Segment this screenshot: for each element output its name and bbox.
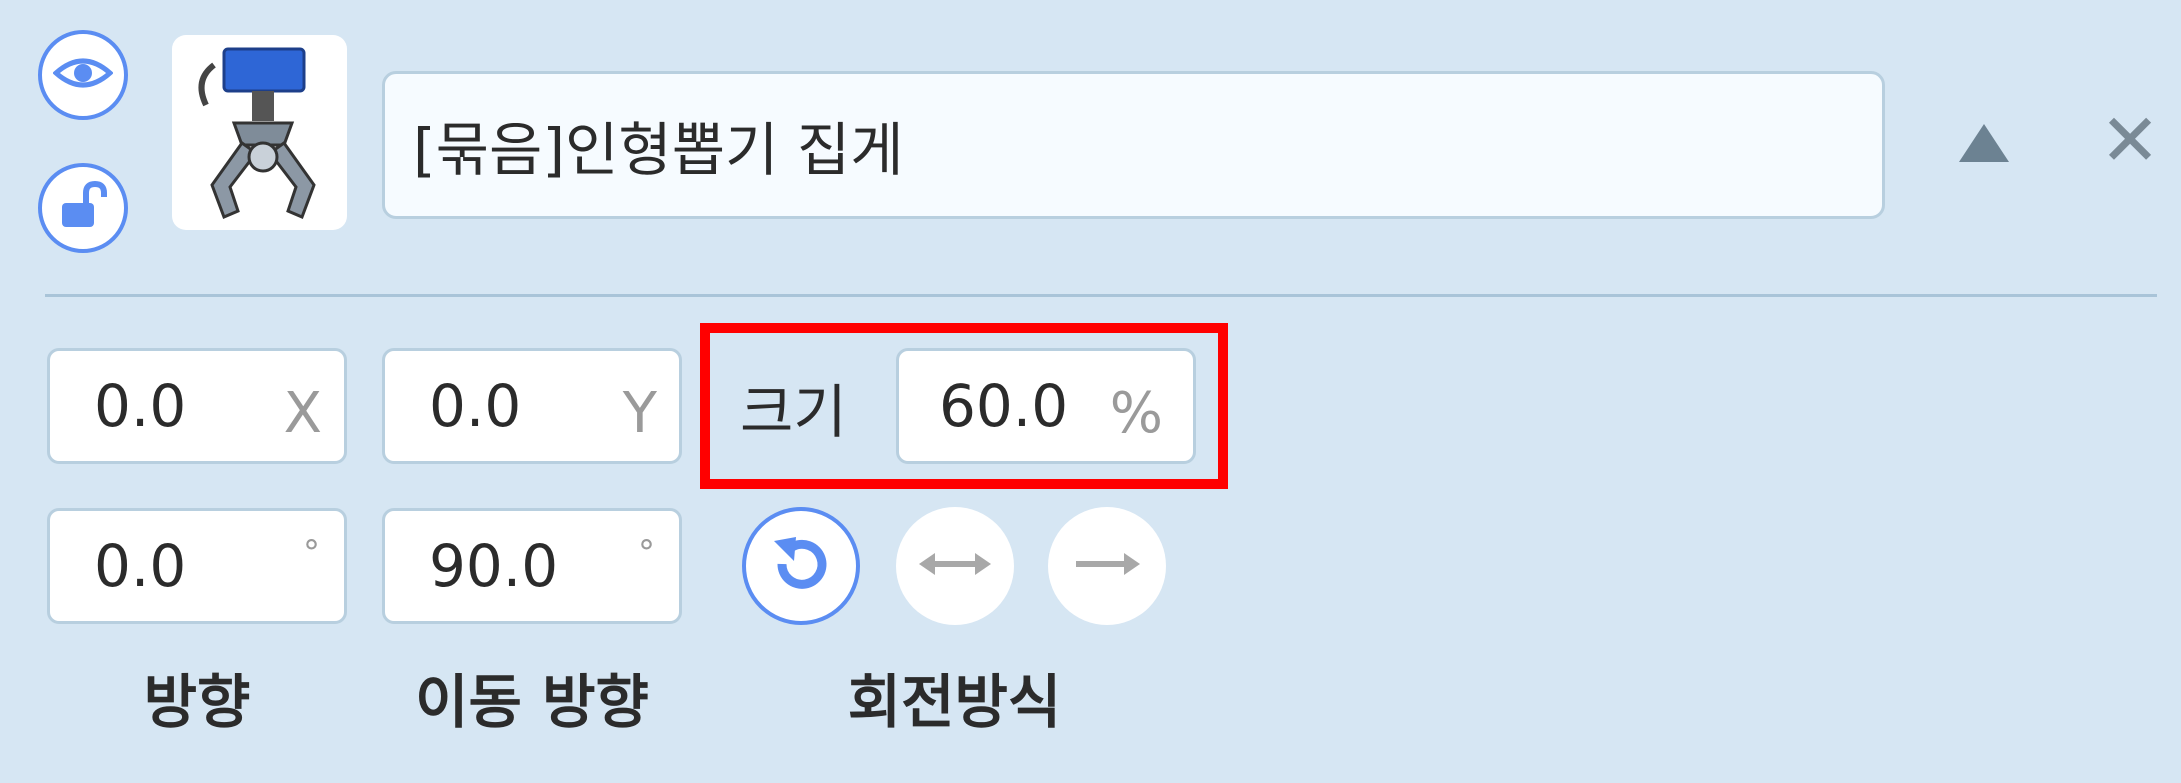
move-direction-field[interactable]: 90.0 ° (382, 508, 682, 624)
y-unit-label: Y (622, 381, 657, 446)
move-direction-label: 이동 방향 (415, 668, 649, 736)
x-position-value: 0.0 (94, 372, 187, 440)
rotation-mode-horizontal-button[interactable] (896, 507, 1014, 625)
visibility-toggle-button[interactable] (38, 30, 128, 120)
direction-degree-unit: ° (303, 533, 320, 573)
no-rotation-icon (1072, 549, 1142, 583)
flip-horizontal-icon (917, 549, 993, 583)
move-direction-value: 90.0 (429, 532, 559, 600)
direction-value: 0.0 (94, 532, 187, 600)
direction-label: 방향 (143, 668, 251, 736)
rotation-mode-label: 회전방식 (847, 668, 1062, 736)
rotation-mode-free-button[interactable] (742, 507, 860, 625)
direction-field[interactable]: 0.0 ° (47, 508, 347, 624)
divider (45, 294, 2157, 297)
rotate-free-icon (766, 529, 836, 603)
unlock-icon (56, 180, 110, 235)
eye-icon (52, 53, 114, 97)
triangle-up-icon (1955, 124, 2013, 172)
rotation-mode-none-button[interactable] (1048, 507, 1166, 625)
y-position-value: 0.0 (429, 372, 522, 440)
x-unit-label: X (283, 381, 322, 446)
size-highlight-box (700, 323, 1228, 489)
object-name-text: [묶음]인형뽑기 집게 (413, 116, 904, 184)
close-button[interactable]: ✕ (2099, 98, 2161, 182)
object-name-input[interactable]: [묶음]인형뽑기 집게 (382, 71, 1885, 219)
object-thumbnail[interactable] (172, 35, 347, 230)
claw-crane-icon (172, 47, 347, 234)
x-position-field[interactable]: 0.0 X (47, 348, 347, 464)
y-position-field[interactable]: 0.0 Y (382, 348, 682, 464)
move-direction-degree-unit: ° (638, 533, 655, 573)
collapse-button[interactable] (1955, 118, 2013, 168)
close-icon: ✕ (2099, 98, 2161, 182)
lock-toggle-button[interactable] (38, 163, 128, 253)
